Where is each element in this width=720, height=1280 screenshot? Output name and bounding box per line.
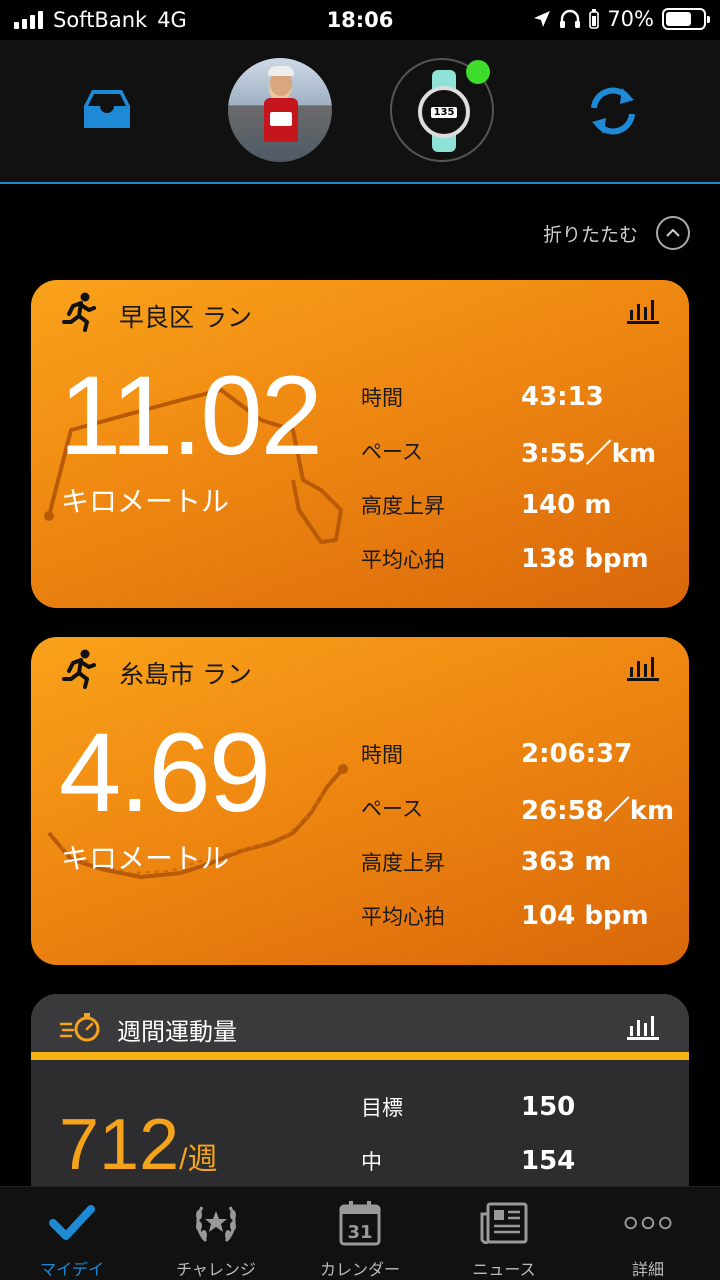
activity-title: 糸島市 ラン bbox=[119, 660, 252, 689]
bar-chart-icon[interactable] bbox=[627, 298, 659, 324]
heart-rate-label: 平均心拍 bbox=[361, 905, 445, 929]
elevation-value: 363 m bbox=[521, 847, 612, 877]
watch-face-number: 135 bbox=[430, 106, 458, 118]
time-label: 時間 bbox=[361, 386, 403, 410]
heart-rate-label: 平均心拍 bbox=[361, 548, 445, 572]
status-bar: SoftBank 4G 18:06 70% bbox=[0, 0, 720, 40]
weekly-unit: /週 bbox=[179, 1143, 218, 1176]
weekly-title: 週間運動量 bbox=[117, 1018, 237, 1046]
distance-unit: キロメートル bbox=[61, 842, 230, 875]
activity-stats: 時間 43:13 ペース 3:55／km 高度上昇 140 m 平均心拍 138 bpm bbox=[361, 370, 681, 586]
check-icon bbox=[48, 1199, 96, 1246]
running-icon bbox=[62, 292, 96, 332]
connected-status-dot bbox=[466, 60, 490, 84]
location-arrow-icon bbox=[534, 11, 551, 27]
headphones-icon bbox=[560, 9, 581, 28]
activity-card[interactable]: 早良区 ラン 11.02 キロメートル 時間 43:13 ペース 3:55／km 高… bbox=[31, 280, 689, 608]
tab-label: チャレンジ bbox=[176, 1260, 256, 1279]
battery-percent: 70% bbox=[607, 7, 654, 31]
device-battery-icon bbox=[589, 9, 600, 29]
pace-value: 26:58／km bbox=[521, 795, 675, 826]
pace-label: ペース bbox=[361, 440, 423, 464]
collapse-toggle[interactable]: 折りたたむ bbox=[543, 216, 690, 250]
profile-avatar[interactable] bbox=[228, 58, 332, 162]
tab-news[interactable]: ニュース bbox=[432, 1187, 576, 1280]
tab-my-day[interactable]: マイデイ bbox=[0, 1187, 144, 1280]
activity-card[interactable]: 糸島市 ラン 4.69 キロメートル 時間 2:06:37 ペース 26:58／km… bbox=[31, 637, 689, 965]
device-watch-button[interactable]: 135 bbox=[390, 58, 494, 162]
goal-label: 目標 bbox=[361, 1096, 403, 1120]
stopwatch-icon bbox=[59, 1013, 100, 1042]
weekly-stats: 目標 150 中 154 bbox=[361, 1080, 575, 1188]
time-label: 時間 bbox=[361, 743, 403, 767]
more-icon bbox=[624, 1199, 672, 1246]
collapse-label: 折りたたむ bbox=[542, 223, 638, 246]
calendar-day: 31 bbox=[347, 1222, 372, 1243]
activity-stats: 時間 2:06:37 ペース 26:58／km 高度上昇 363 m 平均心拍 104 … bbox=[361, 727, 681, 943]
distance-unit: キロメートル bbox=[61, 485, 230, 518]
distance-value: 4.69 bbox=[59, 710, 271, 835]
bar-chart-icon[interactable] bbox=[627, 655, 659, 681]
moderate-label: 中 bbox=[361, 1150, 382, 1174]
tab-label: ニュース bbox=[472, 1260, 536, 1279]
heart-rate-value: 104 bpm bbox=[521, 901, 649, 931]
weekly-intensity-card[interactable]: 週間運動量 712/週 目標 150 中 154 bbox=[31, 994, 689, 1194]
tab-challenges[interactable]: チャレンジ bbox=[144, 1187, 288, 1280]
calendar-icon: 31 bbox=[336, 1199, 384, 1246]
top-nav: 135 bbox=[0, 40, 720, 184]
moderate-value: 154 bbox=[521, 1146, 576, 1176]
weekly-value: 712 bbox=[59, 1105, 180, 1185]
time-value: 2:06:37 bbox=[521, 739, 633, 769]
tab-label: 詳細 bbox=[631, 1260, 664, 1279]
activity-title: 早良区 ラン bbox=[119, 303, 252, 332]
tab-bar: マイデイ チャレンジ 31 カレンダー ニュース 詳細 bbox=[0, 1186, 720, 1280]
tab-label: マイデイ bbox=[39, 1260, 104, 1279]
bar-chart-icon[interactable] bbox=[627, 1014, 659, 1040]
elevation-label: 高度上昇 bbox=[361, 494, 445, 518]
battery-icon bbox=[662, 8, 710, 30]
heart-rate-value: 138 bpm bbox=[521, 544, 649, 574]
running-icon bbox=[62, 649, 96, 689]
elevation-value: 140 m bbox=[521, 490, 612, 520]
chevron-up-icon bbox=[656, 216, 690, 250]
inbox-icon[interactable] bbox=[82, 88, 132, 130]
time-value: 43:13 bbox=[521, 382, 604, 412]
pace-label: ペース bbox=[361, 797, 423, 821]
weekly-minutes: 712/週 bbox=[59, 1104, 217, 1186]
tab-calendar[interactable]: 31 カレンダー bbox=[288, 1187, 432, 1280]
laurel-icon bbox=[192, 1199, 240, 1246]
elevation-label: 高度上昇 bbox=[361, 851, 445, 875]
sync-icon[interactable] bbox=[586, 84, 640, 138]
tab-more[interactable]: 詳細 bbox=[576, 1187, 720, 1280]
goal-value: 150 bbox=[521, 1092, 576, 1122]
tab-label: カレンダー bbox=[319, 1260, 400, 1279]
distance-value: 11.02 bbox=[59, 353, 323, 478]
pace-value: 3:55／km bbox=[521, 438, 657, 469]
newspaper-icon bbox=[480, 1199, 528, 1246]
